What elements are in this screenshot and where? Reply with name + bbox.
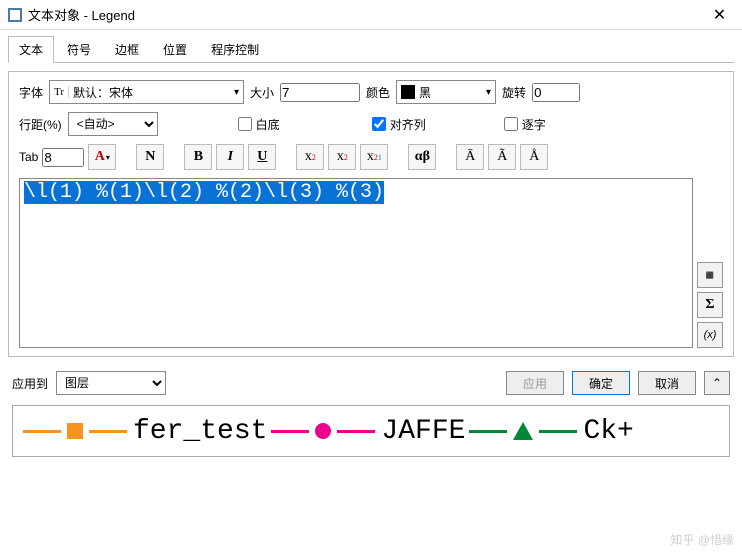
tilde-button[interactable]: Ã [488, 144, 516, 170]
font-value: 默认：宋体 [69, 84, 230, 101]
chevron-down-icon: ▾ [230, 87, 243, 98]
main-panel: 字体 Tr 默认：宋体 ▾ 大小 颜色 黑 ▾ 旋转 行距(%) <自动> 白底… [8, 71, 734, 357]
overline-button[interactable]: Ā [456, 144, 484, 170]
linespace-row: 行距(%) <自动> 白底 对齐列 逐字 [19, 112, 723, 136]
close-button[interactable]: ✕ [697, 0, 742, 30]
size-label: 大小 [250, 84, 274, 101]
size-input[interactable] [280, 83, 360, 102]
insert-variable-button[interactable]: (x) [697, 322, 723, 348]
whitebg-checkbox[interactable]: 白底 [238, 116, 280, 133]
legend-preview: fer_test JAFFE Ck+ [12, 405, 730, 457]
window-title: 文本对象 - Legend [28, 5, 697, 24]
aligncol-input[interactable] [372, 117, 386, 131]
editor-selected-text: \l(1) %(1)\l(2) %(2)\l(3) %(3) [24, 181, 384, 204]
legend-label-2: JAFFE [381, 416, 465, 447]
tab-text[interactable]: 文本 [8, 36, 54, 63]
supersubscript-button[interactable]: x21 [360, 144, 388, 170]
font-select[interactable]: Tr 默认：宋体 ▾ [49, 80, 244, 104]
cancel-button[interactable]: 取消 [638, 371, 696, 395]
greek-button[interactable]: αβ [408, 144, 436, 170]
legend-line-1b [89, 430, 127, 433]
legend-item-3: Ck+ [469, 416, 633, 447]
chevron-down-icon: ▾ [482, 87, 495, 98]
color-label: 颜色 [366, 84, 390, 101]
perchar-checkbox[interactable]: 逐字 [504, 116, 546, 133]
legend-item-1: fer_test [23, 416, 267, 447]
tab-program[interactable]: 程序控制 [200, 36, 270, 63]
font-label: 字体 [19, 84, 43, 101]
insert-symbol-button[interactable]: ◾ [697, 262, 723, 288]
window-app-icon [8, 8, 22, 22]
window-titlebar: 文本对象 - Legend ✕ [0, 0, 742, 30]
italic-button[interactable]: I [216, 144, 244, 170]
font-type-icon: Tr [50, 86, 69, 98]
font-color-button[interactable]: A▾ [88, 144, 116, 170]
ring-button[interactable]: Å [520, 144, 548, 170]
whitebg-input[interactable] [238, 117, 252, 131]
legend-line-3b [539, 430, 577, 433]
tab-strip: 文本 符号 边框 位置 程序控制 [0, 30, 742, 63]
color-select[interactable]: 黑 ▾ [396, 80, 496, 104]
linespace-select[interactable]: <自动> [68, 112, 158, 136]
tab-symbol[interactable]: 符号 [56, 36, 102, 63]
legend-item-2: JAFFE [271, 416, 465, 447]
rotate-label: 旋转 [502, 84, 526, 101]
perchar-label: 逐字 [522, 116, 546, 133]
legend-line-1 [23, 430, 61, 433]
subscript-button[interactable]: x2 [328, 144, 356, 170]
square-icon [67, 423, 83, 439]
superscript-button[interactable]: x2 [296, 144, 324, 170]
rotate-input[interactable] [532, 83, 580, 102]
whitebg-label: 白底 [256, 116, 280, 133]
text-editor[interactable]: \l(1) %(1)\l(2) %(2)\l(3) %(3) [19, 178, 693, 348]
collapse-button[interactable]: ⌃ [704, 371, 730, 395]
applyto-label: 应用到 [12, 375, 48, 392]
circle-icon [315, 423, 331, 439]
applyto-select[interactable]: 图层 [56, 371, 166, 395]
legend-label-1: fer_test [133, 416, 267, 447]
color-swatch [401, 85, 415, 99]
tab-border[interactable]: 边框 [104, 36, 150, 63]
perchar-input[interactable] [504, 117, 518, 131]
ok-button[interactable]: 确定 [572, 371, 630, 395]
tab-label: Tab [19, 150, 38, 164]
triangle-icon [513, 422, 533, 440]
linespace-label: 行距(%) [19, 116, 62, 133]
legend-line-2b [337, 430, 375, 433]
bold-button[interactable]: B [184, 144, 212, 170]
aligncol-checkbox[interactable]: 对齐列 [372, 116, 426, 133]
underline-button[interactable]: U [248, 144, 276, 170]
tab-position[interactable]: 位置 [152, 36, 198, 63]
normal-button[interactable]: N [136, 144, 164, 170]
color-value: 黑 [419, 84, 482, 101]
bottom-row: 应用到 图层 应用 确定 取消 ⌃ [0, 365, 742, 401]
legend-line-3 [469, 430, 507, 433]
legend-line-2 [271, 430, 309, 433]
side-buttons: ◾ Σ (x) [697, 178, 723, 348]
toolbar-row: Tab A▾ N B I U x2 x2 x21 αβ Ā Ã Å [19, 144, 723, 170]
legend-label-3: Ck+ [583, 416, 633, 447]
font-row: 字体 Tr 默认：宋体 ▾ 大小 颜色 黑 ▾ 旋转 [19, 80, 723, 104]
apply-button[interactable]: 应用 [506, 371, 564, 395]
insert-sigma-button[interactable]: Σ [697, 292, 723, 318]
watermark: 知乎 @惜缘 [670, 531, 734, 548]
tab-input[interactable] [42, 148, 84, 167]
aligncol-label: 对齐列 [390, 116, 426, 133]
textarea-wrap: \l(1) %(1)\l(2) %(2)\l(3) %(3) ◾ Σ (x) [19, 178, 723, 348]
